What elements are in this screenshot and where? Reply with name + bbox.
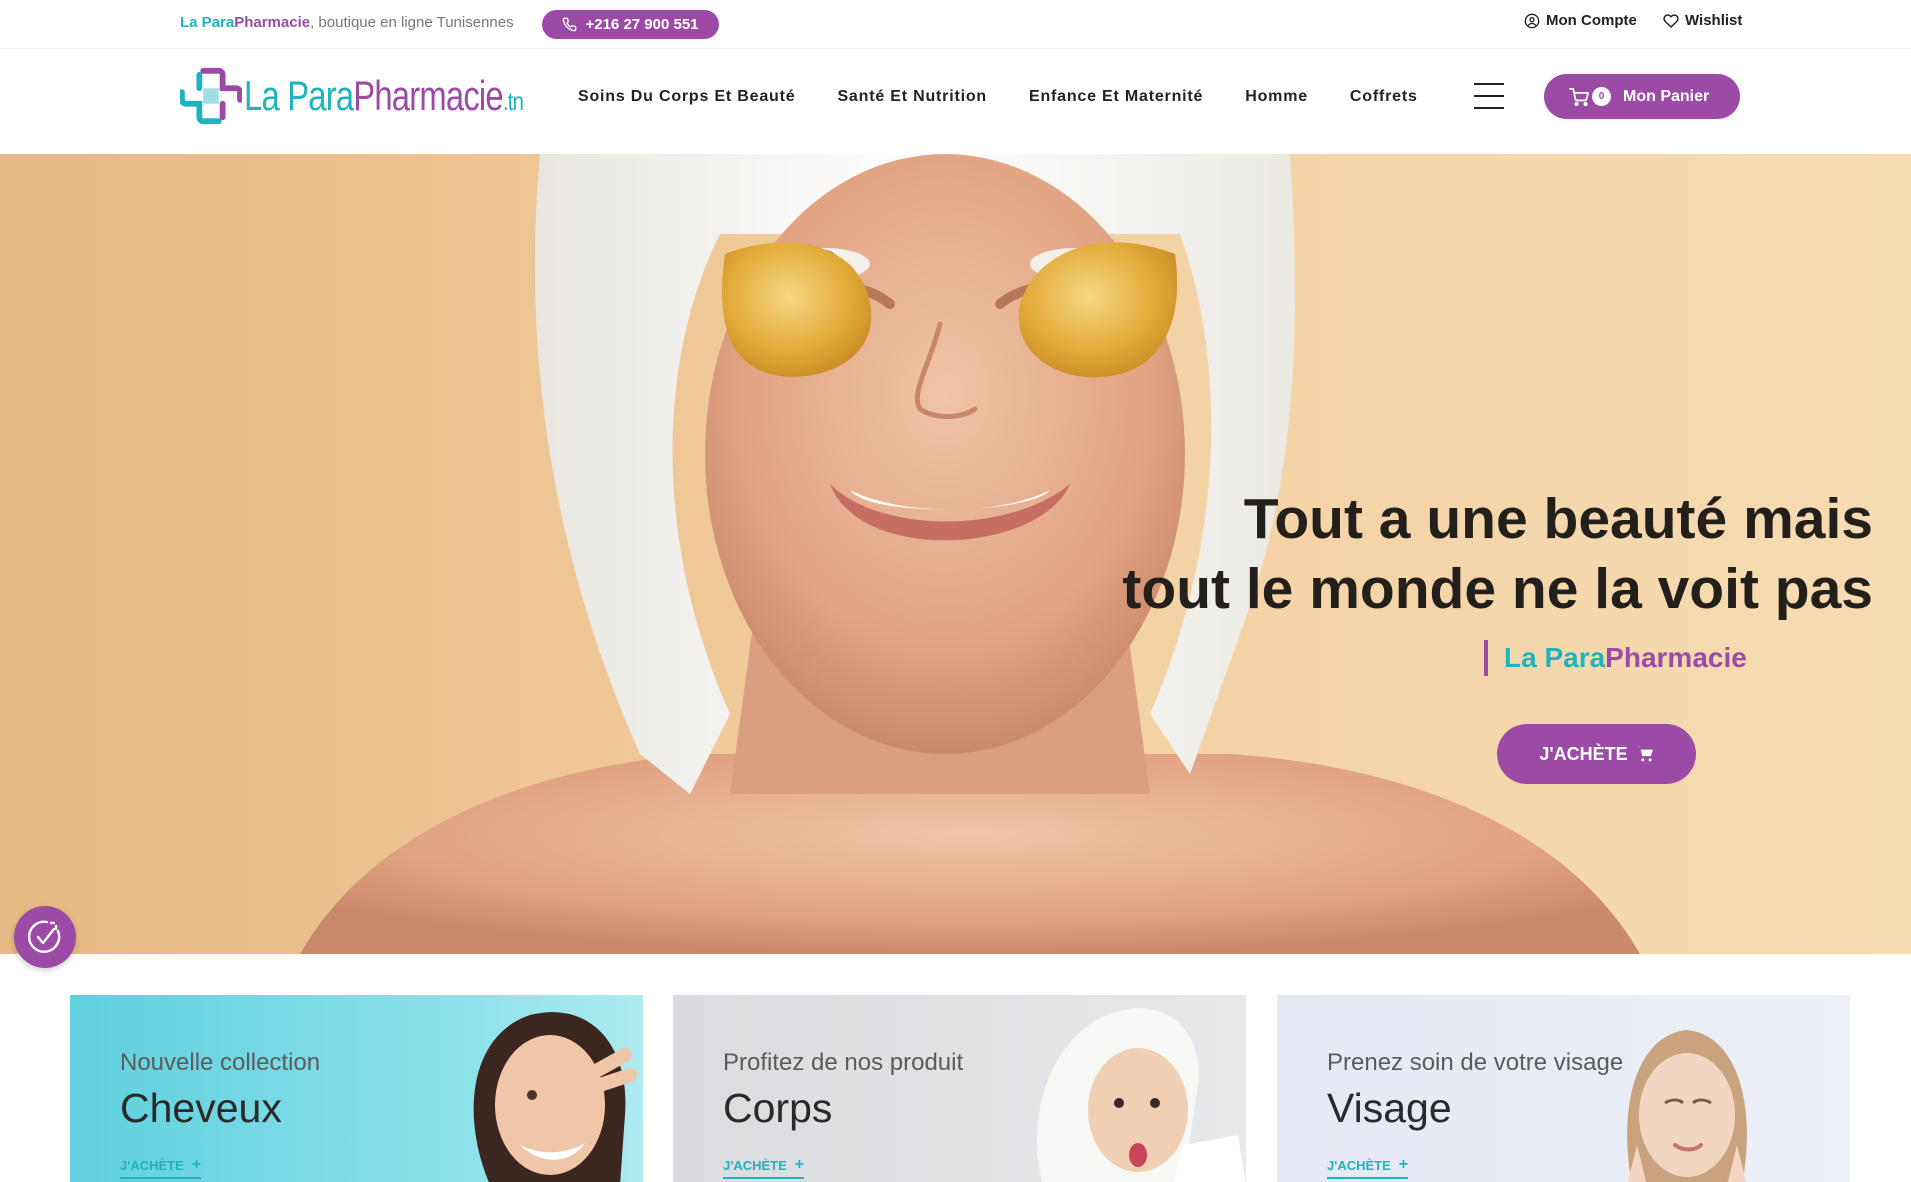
nav-item-homme[interactable]: Homme xyxy=(1245,88,1308,106)
nav-item-sante-nutrition[interactable]: Santé Et Nutrition xyxy=(837,88,987,106)
card-title: Visage xyxy=(1327,1085,1452,1131)
card-buy-link[interactable]: J'ACHÈTE + xyxy=(1327,1156,1409,1179)
card-woman-towel-image xyxy=(1036,1008,1246,1182)
hero-headline: Tout a une beauté mais tout le monde ne … xyxy=(1122,484,1873,624)
category-card-visage[interactable]: Prenez soin de votre visage Visage J'ACH… xyxy=(1277,995,1850,1182)
hero-brand-tagline: La ParaPharmacie xyxy=(1484,640,1747,676)
nav-item-coffrets[interactable]: Coffrets xyxy=(1350,88,1418,106)
shopping-cart-icon xyxy=(1569,87,1589,106)
phone-number: +216 27 900 551 xyxy=(585,16,699,33)
hamburger-menu-icon[interactable] xyxy=(1474,83,1504,109)
pharmacy-cross-icon xyxy=(180,67,242,125)
nav-menu: Soins Du Corps Et Beauté Santé Et Nutrit… xyxy=(578,88,1460,106)
cart-button[interactable]: 0 Mon Panier xyxy=(1544,74,1740,119)
card-buy-label: J'ACHÈTE xyxy=(1327,1157,1391,1173)
hero-buy-button[interactable]: J'ACHÈTE xyxy=(1497,724,1696,784)
site-logo[interactable]: La ParaPharmacie.tn xyxy=(180,64,602,128)
tagline-brand-part1: La Para xyxy=(180,14,235,31)
nav-item-soins-corps-beaute[interactable]: Soins Du Corps Et Beauté xyxy=(578,88,795,106)
card-buy-label: J'ACHÈTE xyxy=(120,1157,184,1173)
accessibility-check-icon xyxy=(27,920,61,953)
logo-part-3: .tn xyxy=(502,86,524,116)
hero-buy-label: J'ACHÈTE xyxy=(1539,743,1628,764)
card-woman-face-image xyxy=(1627,1030,1747,1182)
phone-icon xyxy=(563,17,577,32)
card-title: Corps xyxy=(723,1085,833,1131)
logo-part-1: La Para xyxy=(244,72,354,119)
store-tagline: La ParaPharmacie, boutique en ligne Tuni… xyxy=(180,14,514,31)
cart-label: Mon Panier xyxy=(1623,87,1710,105)
logo-wordmark: La ParaPharmacie.tn xyxy=(244,72,524,120)
logo-part-2: Pharmacie xyxy=(353,72,503,119)
hero-brand-part2: Pharmacie xyxy=(1605,642,1747,673)
wishlist-label: Wishlist xyxy=(1685,12,1743,29)
hero-headline-line-2: tout le monde ne la voit pas xyxy=(1122,557,1873,621)
plus-icon: + xyxy=(1398,1156,1409,1173)
card-buy-link[interactable]: J'ACHÈTE + xyxy=(120,1156,202,1179)
phone-button[interactable]: +216 27 900 551 xyxy=(542,10,719,39)
nav-item-enfance-maternite[interactable]: Enfance Et Maternité xyxy=(1029,88,1203,106)
card-woman-hair-image xyxy=(473,1012,637,1182)
heart-icon xyxy=(1663,13,1679,28)
main-navbar: La ParaPharmacie.tn Soins Du Corps Et Be… xyxy=(0,50,1911,154)
tagline-text: , boutique en ligne Tunisennes xyxy=(310,14,514,31)
card-kicker: Prenez soin de votre visage xyxy=(1327,1049,1624,1076)
card-buy-link[interactable]: J'ACHÈTE + xyxy=(723,1156,805,1179)
plus-icon: + xyxy=(191,1156,202,1173)
card-kicker: Profitez de nos produit xyxy=(723,1049,964,1076)
tagline-brand-part2: Pharmacie xyxy=(234,14,311,31)
hero-banner: Tout a une beauté mais tout le monde ne … xyxy=(0,154,1911,954)
plus-icon: + xyxy=(794,1156,805,1173)
card-buy-label: J'ACHÈTE xyxy=(723,1157,787,1173)
card-title: Cheveux xyxy=(120,1085,282,1131)
shopping-cart-icon xyxy=(1636,746,1653,762)
wishlist-link[interactable]: Wishlist xyxy=(1663,12,1742,29)
cart-count-badge: 0 xyxy=(1592,87,1611,106)
account-link[interactable]: Mon Compte xyxy=(1524,12,1637,29)
account-label: Mon Compte xyxy=(1546,12,1637,29)
hero-brand-part1: La Para xyxy=(1504,642,1606,673)
category-card-cheveux[interactable]: Nouvelle collection Cheveux J'ACHÈTE + xyxy=(70,995,643,1182)
user-circle-icon xyxy=(1524,13,1540,28)
card-kicker: Nouvelle collection xyxy=(120,1049,321,1076)
category-card-corps[interactable]: Profitez de nos produit Corps J'ACHÈTE + xyxy=(673,995,1246,1182)
accessibility-widget-button[interactable] xyxy=(14,906,76,968)
top-bar: La ParaPharmacie, boutique en ligne Tuni… xyxy=(0,0,1911,49)
hero-headline-line-1: Tout a une beauté mais xyxy=(1243,487,1873,551)
